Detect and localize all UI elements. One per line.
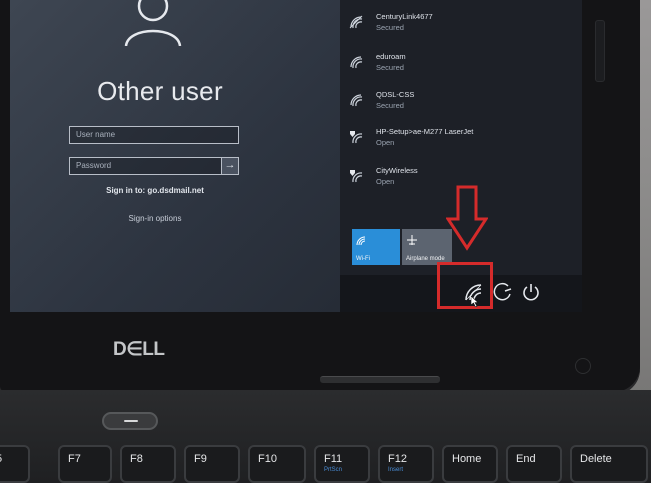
username-field[interactable] [69, 126, 239, 144]
wifi-icon [350, 56, 363, 69]
password-field[interactable]: → [69, 157, 239, 175]
key-label: F8 [130, 453, 143, 465]
dell-logo: D∈LL [113, 339, 165, 360]
key-label: Home [452, 453, 482, 465]
wifi-icon [349, 15, 363, 29]
lid-edge-bar [595, 20, 605, 82]
network-status: Open [376, 138, 395, 147]
wifi-toggle-tile[interactable]: Wi-Fi [352, 229, 400, 265]
username-input[interactable] [76, 130, 216, 139]
power-button[interactable] [102, 412, 158, 430]
network-item[interactable]: HP-Setup>ae-M277 LaserJet Open [348, 125, 576, 155]
annotation-arrow-down-icon [446, 185, 488, 251]
key-f10[interactable]: F10 [248, 445, 306, 483]
laptop-lid: Other user → Sign in to: go.dsdmail.net … [0, 0, 640, 395]
airplane-icon [407, 235, 417, 245]
network-status: Secured [376, 63, 404, 72]
key-delete[interactable]: Delete [570, 445, 648, 483]
key-sublabel: PrtScn [324, 467, 343, 473]
network-name: QDSL-CSS [376, 90, 415, 99]
key-f7[interactable]: F7 [58, 445, 112, 483]
network-name: HP-Setup>ae-M277 LaserJet [376, 127, 474, 136]
wifi-icon [350, 94, 363, 107]
laptop-photo: Other user → Sign in to: go.dsdmail.net … [0, 0, 651, 483]
key-label: F9 [194, 453, 207, 465]
key-f8[interactable]: F8 [120, 445, 176, 483]
password-input[interactable] [76, 161, 216, 170]
key-label: 5 [0, 453, 2, 465]
key-f9[interactable]: F9 [184, 445, 240, 483]
key-label: F11 [324, 453, 343, 465]
key-label: Delete [580, 453, 612, 465]
network-item[interactable]: CenturyLink4677 Secured [348, 10, 576, 40]
key-5[interactable]: 5 [0, 445, 30, 483]
wifi-open-icon [350, 170, 363, 183]
key-label: F10 [258, 453, 277, 465]
mouse-cursor-icon [471, 296, 479, 307]
key-label: End [516, 453, 536, 465]
wifi-tile-label: Wi-Fi [356, 256, 370, 262]
network-item[interactable]: QDSL-CSS Secured [348, 88, 576, 118]
sign-in-options-link[interactable]: Sign-in options [70, 214, 240, 223]
ease-of-access-icon[interactable] [492, 281, 514, 303]
key-end[interactable]: End [506, 445, 562, 483]
network-status: Secured [376, 23, 404, 32]
network-item[interactable]: eduroam Secured [348, 50, 576, 80]
airplane-mode-tile[interactable]: Airplane mode [402, 229, 452, 265]
network-status: Open [376, 177, 395, 186]
key-f12[interactable]: F12 Insert [378, 445, 434, 483]
power-indicator [124, 420, 138, 422]
hinge-slot [320, 376, 440, 383]
submit-arrow-button[interactable]: → [221, 157, 239, 175]
lid-corner-marker [575, 358, 591, 374]
user-avatar-icon [124, 0, 182, 46]
network-name: eduroam [376, 52, 406, 61]
network-name: CityWireless [376, 166, 418, 175]
windows-login-screen: Other user → Sign in to: go.dsdmail.net … [10, 0, 582, 312]
key-home[interactable]: Home [442, 445, 498, 483]
key-sublabel: Insert [388, 467, 404, 473]
key-label: F7 [68, 453, 81, 465]
key-f11[interactable]: F11 PrtScn [314, 445, 370, 483]
network-status: Secured [376, 101, 404, 110]
wifi-open-icon [350, 131, 363, 144]
annotation-highlight-box [437, 262, 493, 309]
login-title: Other user [97, 76, 223, 106]
network-name: CenturyLink4677 [376, 12, 433, 21]
power-icon[interactable] [520, 281, 542, 303]
sign-in-domain-text: Sign in to: go.dsdmail.net [106, 186, 204, 195]
wifi-icon [356, 236, 366, 246]
key-label: F12 [388, 453, 407, 465]
